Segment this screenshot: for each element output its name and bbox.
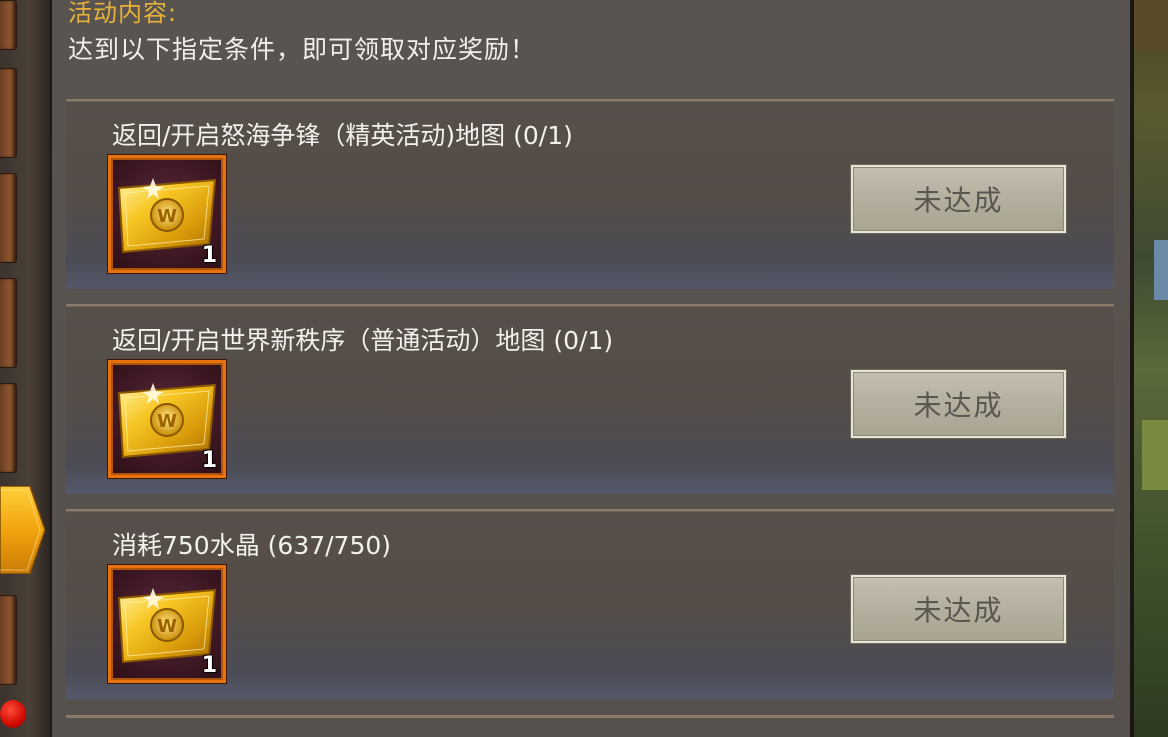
reward-count: 1 — [201, 653, 217, 678]
notification-dot-icon — [0, 700, 26, 728]
side-tab[interactable] — [0, 173, 17, 263]
task-row: 返回/开启怒海争锋（精英活动)地图 (0/1) W 1 未达成 — [66, 99, 1114, 289]
reward-count: 1 — [201, 448, 217, 473]
claim-status-button[interactable]: 未达成 — [851, 165, 1066, 233]
reward-count: 1 — [201, 243, 217, 268]
side-tab[interactable] — [0, 595, 17, 685]
section-label: 活动内容: — [68, 0, 178, 27]
reward-slot[interactable]: W 1 — [108, 155, 226, 273]
map-patch — [1142, 420, 1168, 490]
task-row: 返回/开启世界新秩序（普通活动）地图 (0/1) W 1 未达成 — [66, 304, 1114, 494]
reward-slot[interactable]: W 1 — [108, 360, 226, 478]
section-description: 达到以下指定条件，即可领取对应奖励！ — [68, 35, 537, 64]
svg-text:W: W — [157, 411, 177, 432]
side-tab[interactable] — [0, 278, 17, 368]
side-tab-active[interactable] — [0, 486, 46, 574]
row-divider — [66, 715, 1114, 718]
task-title: 消耗750水晶 (637/750) — [112, 531, 392, 560]
task-row: 消耗750水晶 (637/750) W 1 未达成 — [66, 509, 1114, 699]
map-patch — [1154, 240, 1168, 300]
side-tab[interactable] — [0, 68, 17, 158]
svg-text:W: W — [157, 616, 177, 637]
map-patch — [1134, 0, 1168, 50]
side-tab-strip — [0, 0, 50, 737]
svg-text:W: W — [157, 206, 177, 227]
side-tab[interactable] — [0, 383, 17, 473]
side-tab[interactable] — [0, 0, 17, 50]
claim-status-button[interactable]: 未达成 — [851, 575, 1066, 643]
map-background-edge — [1130, 0, 1168, 737]
task-title: 返回/开启世界新秩序（普通活动）地图 (0/1) — [112, 326, 614, 355]
reward-slot[interactable]: W 1 — [108, 565, 226, 683]
task-title: 返回/开启怒海争锋（精英活动)地图 (0/1) — [112, 121, 573, 150]
claim-status-button[interactable]: 未达成 — [851, 370, 1066, 438]
